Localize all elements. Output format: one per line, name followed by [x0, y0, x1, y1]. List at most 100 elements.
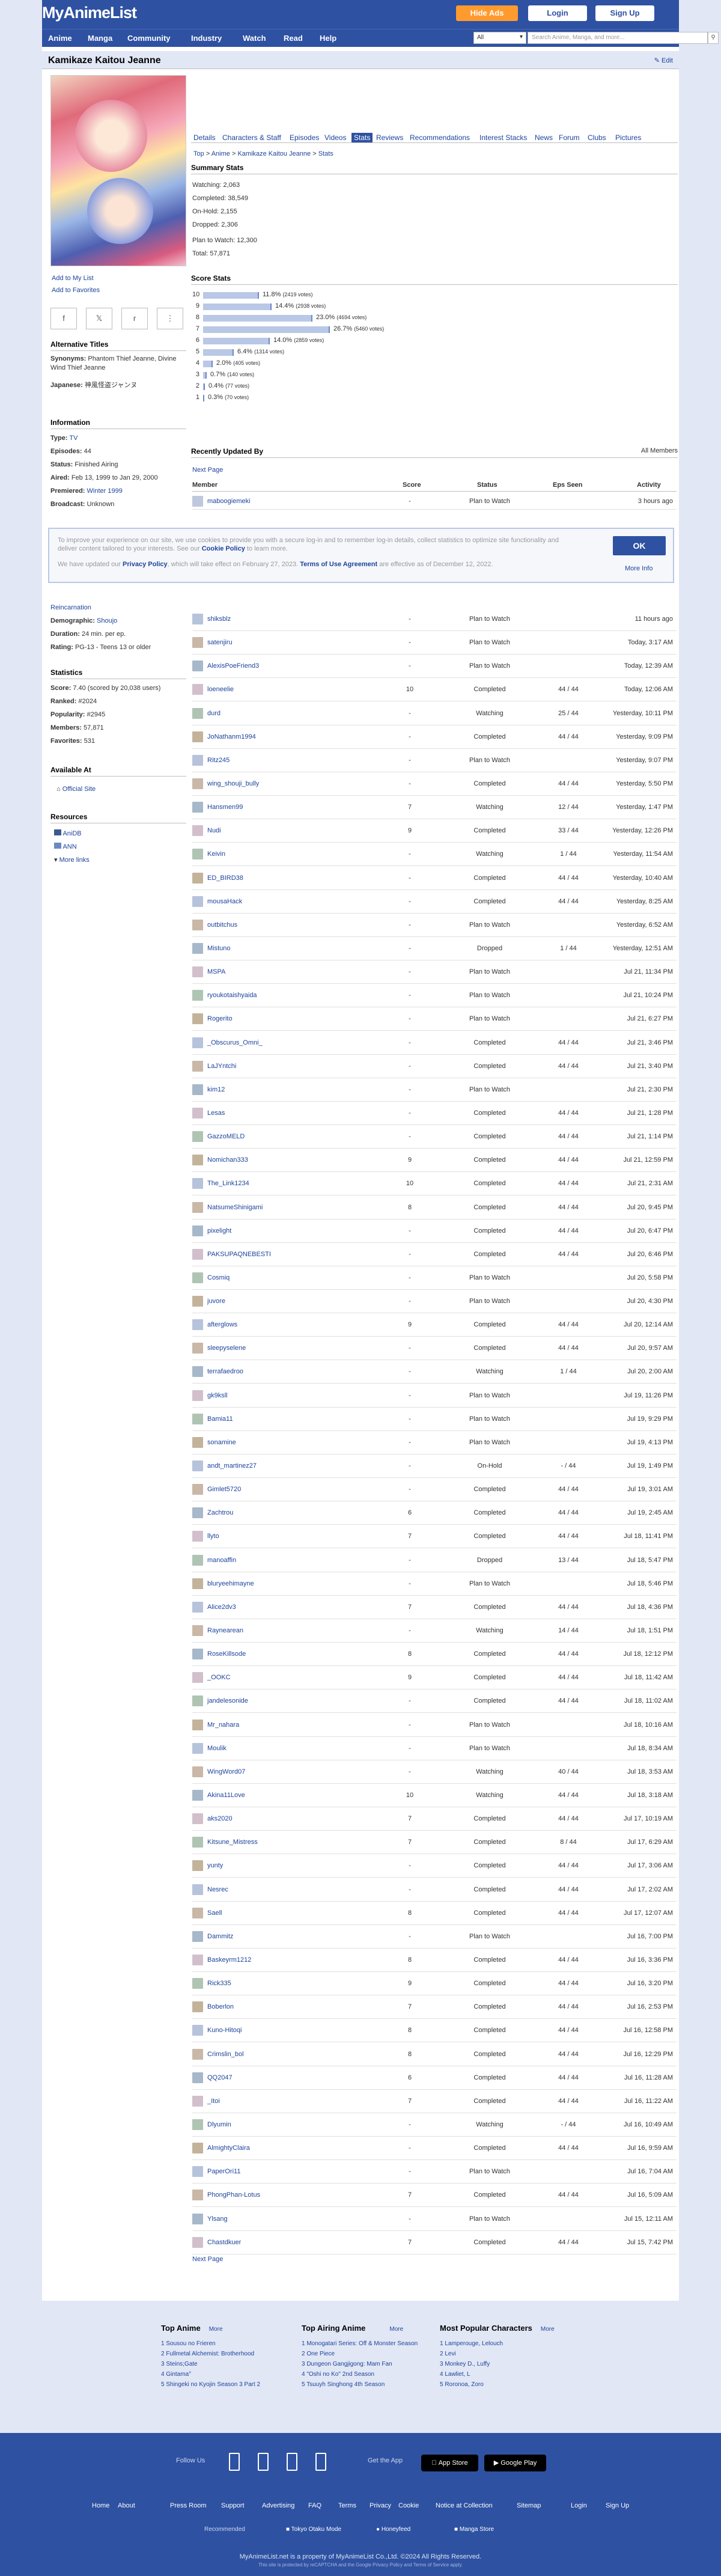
- avatar[interactable]: [192, 1413, 203, 1424]
- top-anime-item[interactable]: 2 Fullmetal Alchemist: Brotherhood: [161, 2349, 293, 2359]
- member-name[interactable]: WingWord07: [207, 1768, 245, 1775]
- member-name[interactable]: yunty: [207, 1862, 223, 1869]
- next-page-link[interactable]: Next Page: [192, 2256, 223, 2263]
- menu-watch[interactable]: Watch: [243, 34, 266, 43]
- avatar[interactable]: [192, 1084, 203, 1095]
- tiktok-icon[interactable]: [315, 2453, 326, 2471]
- avatar[interactable]: [192, 1178, 203, 1189]
- add-to-favorites-link[interactable]: Add to Favorites: [52, 287, 100, 294]
- footer-link-terms[interactable]: Terms: [338, 2502, 356, 2509]
- member-name[interactable]: pixelight: [207, 1227, 231, 1235]
- member-name[interactable]: MSPA: [207, 968, 225, 975]
- tab-recommendations[interactable]: Recommendations: [410, 133, 470, 142]
- member-name[interactable]: Alice2dv3: [207, 1604, 236, 1611]
- avatar[interactable]: [192, 2095, 203, 2107]
- avatar[interactable]: [192, 1037, 203, 1048]
- member-name[interactable]: AlexisPoeFriend3: [207, 662, 259, 670]
- member-name[interactable]: The_Link1234: [207, 1180, 249, 1187]
- avatar[interactable]: [192, 2048, 203, 2060]
- member-name[interactable]: satenjiru: [207, 639, 233, 646]
- breadcrumb-title[interactable]: Kamikaze Kaitou Jeanne: [237, 150, 311, 157]
- popular-char-item[interactable]: 4 Lawliet, L: [440, 2369, 596, 2379]
- avatar[interactable]: [192, 1884, 203, 1895]
- avatar[interactable]: [192, 1930, 203, 1942]
- avatar[interactable]: [192, 1554, 203, 1566]
- member-name[interactable]: Moulik: [207, 1745, 227, 1752]
- member-name[interactable]: JoNathanm1994: [207, 733, 256, 740]
- menu-industry[interactable]: Industry: [191, 34, 222, 43]
- genre-link[interactable]: Reincarnation: [50, 604, 91, 611]
- top-airing-item[interactable]: 5 Tsuuyh Singhong 4th Season: [302, 2379, 434, 2390]
- member-name[interactable]: RoseKillsode: [207, 1650, 246, 1658]
- avatar[interactable]: [192, 1790, 203, 1801]
- footer-link-cookie[interactable]: Cookie: [398, 2502, 419, 2509]
- member-name[interactable]: mousaHack: [207, 898, 242, 905]
- premiered-value[interactable]: Winter 1999: [87, 487, 123, 495]
- rec-honeyfeed[interactable]: ● Honeyfeed: [376, 2526, 410, 2533]
- popular-chars-more-link[interactable]: More: [541, 2326, 555, 2333]
- member-name[interactable]: ryoukotaishyaida: [207, 992, 257, 999]
- app-store-button[interactable]:  App Store: [421, 2455, 478, 2471]
- avatar[interactable]: [192, 1155, 203, 1166]
- rec-manga-store[interactable]: ■ Manga Store: [454, 2526, 494, 2533]
- top-anime-item[interactable]: 1 Sousou no Frieren: [161, 2339, 293, 2349]
- avatar[interactable]: [192, 1813, 203, 1825]
- all-members-filter[interactable]: All Members: [641, 447, 678, 454]
- cookie-ok-button[interactable]: OK: [613, 536, 666, 555]
- member-name[interactable]: Nudi: [207, 827, 221, 834]
- top-anime-item[interactable]: 5 Shingeki no Kyojin Season 3 Part 2: [161, 2379, 293, 2390]
- top-anime-item[interactable]: 3 Steins;Gate: [161, 2359, 293, 2369]
- popular-char-item[interactable]: 2 Levi: [440, 2349, 596, 2359]
- avatar[interactable]: [192, 2190, 203, 2201]
- footer-link-login[interactable]: Login: [571, 2502, 587, 2509]
- avatar[interactable]: [192, 754, 203, 766]
- tab-details[interactable]: Details: [193, 133, 216, 142]
- avatar[interactable]: [192, 1436, 203, 1448]
- instagram-icon[interactable]: [287, 2453, 297, 2471]
- member-name[interactable]: afterglows: [207, 1321, 237, 1328]
- add-to-list-link[interactable]: Add to My List: [52, 275, 94, 282]
- member-name[interactable]: Raynearean: [207, 1627, 243, 1634]
- member-name[interactable]: Kuno-Hitoqi: [207, 2027, 242, 2034]
- member-name[interactable]: loeneelie: [207, 686, 234, 693]
- avatar[interactable]: [192, 1695, 203, 1707]
- member-name[interactable]: aks2020: [207, 1815, 233, 1822]
- avatar[interactable]: [192, 1672, 203, 1683]
- ann-link[interactable]: ANN: [62, 843, 76, 850]
- login-button[interactable]: Login: [528, 5, 587, 21]
- avatar[interactable]: [192, 1578, 203, 1589]
- tab-pictures[interactable]: Pictures: [615, 133, 641, 142]
- avatar[interactable]: [192, 1248, 203, 1260]
- member-name[interactable]: Dlyumin: [207, 2121, 231, 2128]
- footer-link-notice-at-collection[interactable]: Notice at Collection: [436, 2502, 493, 2509]
- member-name[interactable]: Dammitz: [207, 1933, 233, 1940]
- tab-news[interactable]: News: [535, 133, 553, 142]
- member-name[interactable]: Zachtrou: [207, 1509, 233, 1516]
- avatar[interactable]: [192, 966, 203, 978]
- member-name[interactable]: terrafaedroo: [207, 1368, 243, 1375]
- member-name[interactable]: Nomichan333: [207, 1156, 248, 1164]
- privacy-policy-link[interactable]: Privacy Policy: [123, 561, 168, 568]
- avatar[interactable]: [192, 1860, 203, 1872]
- member-name[interactable]: Hansmen99: [207, 804, 243, 811]
- avatar[interactable]: [192, 1766, 203, 1777]
- footer-link-privacy[interactable]: Privacy: [370, 2502, 391, 2509]
- member-name[interactable]: Rick335: [207, 1980, 231, 1987]
- avatar[interactable]: [192, 2072, 203, 2083]
- member-name[interactable]: jandelesonide: [207, 1697, 248, 1705]
- share-reddit-icon[interactable]: r: [121, 308, 148, 329]
- member-name[interactable]: bluryeehimayne: [207, 1580, 254, 1587]
- top-airing-item[interactable]: 4 "Oshi no Ko" 2nd Season: [302, 2369, 434, 2379]
- member-name[interactable]: QQ2047: [207, 2074, 233, 2081]
- avatar[interactable]: [192, 849, 203, 860]
- member-name[interactable]: durd: [207, 710, 221, 717]
- hide-ads-button[interactable]: Hide Ads: [456, 5, 518, 21]
- member-name[interactable]: LaJYntchi: [207, 1063, 236, 1070]
- avatar[interactable]: [192, 872, 203, 884]
- breadcrumb-anime[interactable]: Anime: [211, 150, 230, 157]
- site-logo[interactable]: MyAnimeList: [42, 4, 137, 22]
- member-name[interactable]: Mistuno: [207, 945, 231, 952]
- popular-char-item[interactable]: 1 Lamperouge, Lelouch: [440, 2339, 596, 2349]
- member-name[interactable]: Crimslin_bol: [207, 2051, 244, 2058]
- avatar[interactable]: [192, 919, 203, 930]
